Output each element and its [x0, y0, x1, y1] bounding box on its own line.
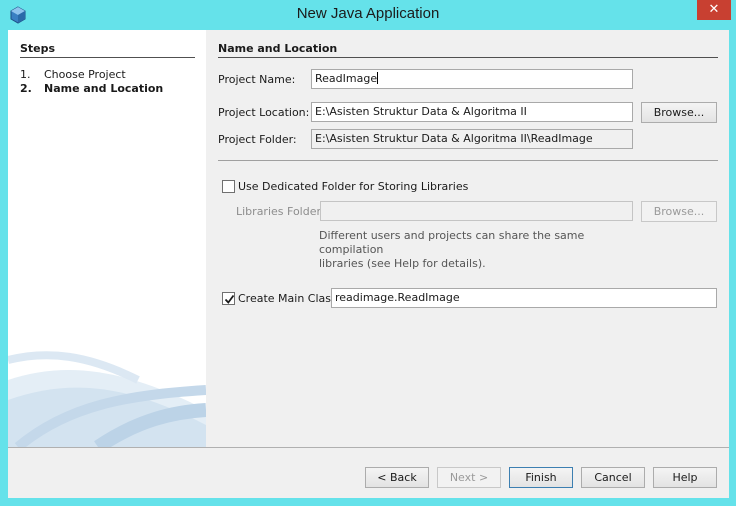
step-choose-project: 1. Choose Project: [20, 68, 126, 81]
project-location-label: Project Location:: [218, 106, 310, 119]
step-number: 2.: [20, 82, 32, 95]
libraries-folder-label: Libraries Folder:: [236, 205, 325, 218]
next-button[interactable]: Next >: [437, 467, 501, 488]
libraries-hint: Different users and projects can share t…: [319, 229, 629, 271]
steps-heading: Steps: [20, 42, 56, 55]
create-main-class-label[interactable]: Create Main Class: [238, 292, 337, 305]
dedicated-folder-label[interactable]: Use Dedicated Folder for Storing Librari…: [238, 180, 468, 193]
project-folder-field[interactable]: E:\Asisten Struktur Data & Algoritma II\…: [311, 129, 633, 149]
dialog-body: Steps 1. Choose Project 2. Name and Locati…: [8, 30, 729, 498]
step-number: 1.: [20, 68, 31, 81]
decorative-swoosh-graphic: [8, 351, 206, 447]
libraries-browse-button[interactable]: Browse...: [641, 201, 717, 222]
dedicated-folder-checkbox[interactable]: [222, 180, 235, 193]
footer-divider: [8, 447, 729, 448]
project-name-value: ReadImage: [315, 72, 378, 85]
window-title: New Java Application: [296, 5, 440, 22]
project-name-input[interactable]: ReadImage: [311, 69, 633, 89]
close-button[interactable]: ✕: [697, 0, 731, 20]
title-bar[interactable]: New Java Application ✕: [0, 0, 736, 30]
text-caret: [377, 72, 379, 84]
project-folder-label: Project Folder:: [218, 133, 297, 146]
finish-button[interactable]: Finish: [509, 467, 573, 488]
section-divider: [218, 160, 718, 161]
create-main-class-checkbox[interactable]: [222, 292, 235, 305]
help-button[interactable]: Help: [653, 467, 717, 488]
main-class-input[interactable]: readimage.ReadImage: [331, 288, 717, 308]
cancel-button[interactable]: Cancel: [581, 467, 645, 488]
step-name-and-location: 2. Name and Location: [20, 82, 163, 95]
back-button[interactable]: < Back: [365, 467, 429, 488]
steps-panel: Steps 1. Choose Project 2. Name and Locati…: [8, 30, 206, 447]
step-label: Choose Project: [44, 68, 126, 81]
hint-line-1: Different users and projects can share t…: [319, 229, 585, 256]
project-location-input[interactable]: E:\Asisten Struktur Data & Algoritma II: [311, 102, 633, 122]
panel-divider: [218, 57, 718, 58]
project-name-label: Project Name:: [218, 73, 296, 86]
new-java-application-dialog: New Java Application ✕ Steps 1. Choose Pr…: [0, 0, 736, 506]
step-label: Name and Location: [44, 82, 164, 95]
panel-heading: Name and Location: [218, 42, 338, 55]
checkmark-icon: [224, 294, 235, 304]
steps-divider: [20, 57, 195, 58]
libraries-folder-input[interactable]: [320, 201, 633, 221]
hint-line-2: libraries (see Help for details).: [319, 257, 486, 270]
project-location-browse-button[interactable]: Browse...: [641, 102, 717, 123]
